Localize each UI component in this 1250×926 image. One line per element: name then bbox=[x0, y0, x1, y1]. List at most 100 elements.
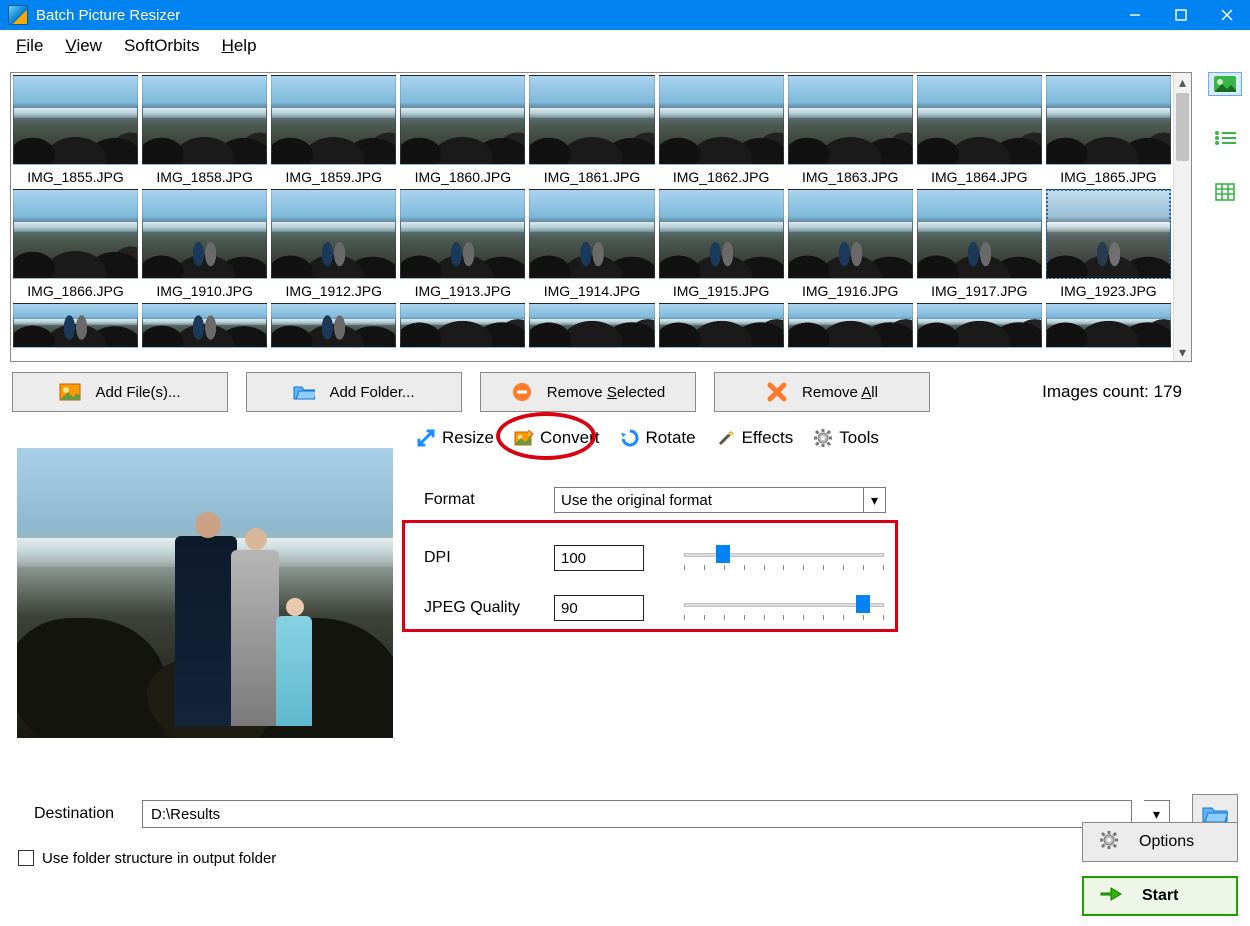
thumbnail-caption: IMG_1912.JPG bbox=[271, 279, 396, 301]
thumbnail-image bbox=[659, 189, 784, 279]
tab-rotate[interactable]: Rotate bbox=[610, 418, 706, 458]
view-list-button[interactable] bbox=[1208, 126, 1242, 150]
thumbnail-image bbox=[659, 303, 784, 348]
destination-label: Destination bbox=[34, 805, 130, 823]
thumbnail-item[interactable] bbox=[398, 301, 527, 348]
remove-selected-label: Remove Selected bbox=[547, 384, 665, 401]
thumbnail-image bbox=[788, 189, 913, 279]
thumbnail-caption: IMG_1910.JPG bbox=[142, 279, 267, 301]
close-button[interactable] bbox=[1204, 0, 1250, 30]
thumbnail-item[interactable]: IMG_1859.JPG bbox=[269, 73, 398, 187]
remove-all-button[interactable]: Remove All bbox=[714, 372, 930, 412]
thumbnail-caption: IMG_1866.JPG bbox=[13, 279, 138, 301]
thumbnail-image bbox=[917, 189, 1042, 279]
thumbnail-image bbox=[529, 75, 654, 165]
thumbnail-item[interactable]: IMG_1915.JPG bbox=[657, 187, 786, 301]
thumbnail-item[interactable]: IMG_1923.JPG bbox=[1044, 187, 1173, 301]
thumbnail-image bbox=[142, 75, 267, 165]
tab-effects[interactable]: Effects bbox=[706, 418, 804, 458]
thumbnail-item[interactable] bbox=[657, 301, 786, 348]
remove-icon bbox=[511, 383, 533, 401]
thumbnail-item[interactable]: IMG_1917.JPG bbox=[915, 187, 1044, 301]
thumbnail-caption: IMG_1855.JPG bbox=[13, 165, 138, 187]
thumbnail-item[interactable]: IMG_1860.JPG bbox=[398, 73, 527, 187]
thumbnail-item[interactable]: IMG_1866.JPG bbox=[11, 187, 140, 301]
menubar: File View SoftOrbits Help bbox=[0, 30, 1250, 62]
thumbnail-image bbox=[1046, 75, 1171, 165]
thumbnail-item[interactable]: IMG_1865.JPG bbox=[1044, 73, 1173, 187]
thumbnail-image bbox=[529, 303, 654, 348]
thumbnail-item[interactable] bbox=[269, 301, 398, 348]
menu-file[interactable]: File bbox=[6, 32, 53, 60]
maximize-button[interactable] bbox=[1158, 0, 1204, 30]
thumbnail-item[interactable]: IMG_1863.JPG bbox=[786, 73, 915, 187]
tab-resize[interactable]: Resize bbox=[406, 418, 504, 458]
remove-all-label: Remove All bbox=[802, 384, 878, 401]
thumbnail-item[interactable]: IMG_1912.JPG bbox=[269, 187, 398, 301]
thumbnail-image bbox=[13, 75, 138, 165]
thumbnail-item[interactable] bbox=[786, 301, 915, 348]
tab-convert[interactable]: Convert bbox=[504, 418, 610, 458]
view-thumbnails-button[interactable] bbox=[1208, 72, 1242, 96]
jpeg-quality-input[interactable] bbox=[554, 595, 644, 621]
wand-icon bbox=[716, 428, 736, 448]
menu-help[interactable]: Help bbox=[212, 32, 267, 60]
tab-tools[interactable]: Tools bbox=[803, 418, 889, 458]
dpi-slider[interactable] bbox=[684, 543, 884, 573]
destination-combo[interactable]: D:\Results bbox=[142, 800, 1132, 828]
view-grid-button[interactable] bbox=[1208, 180, 1242, 204]
options-button[interactable]: Options bbox=[1082, 822, 1238, 862]
thumbnail-scrollbar[interactable]: ▴ ▾ bbox=[1173, 73, 1191, 361]
thumbnail-caption: IMG_1858.JPG bbox=[142, 165, 267, 187]
minimize-button[interactable] bbox=[1112, 0, 1158, 30]
menu-softorbits[interactable]: SoftOrbits bbox=[114, 32, 210, 60]
scroll-down-icon[interactable]: ▾ bbox=[1174, 343, 1191, 361]
thumbnail-item[interactable]: IMG_1916.JPG bbox=[786, 187, 915, 301]
scroll-thumb[interactable] bbox=[1176, 93, 1189, 161]
app-icon bbox=[8, 5, 28, 25]
thumbnail-item[interactable] bbox=[140, 301, 269, 348]
use-folder-structure-checkbox[interactable] bbox=[18, 850, 34, 866]
thumbnail-item[interactable]: IMG_1910.JPG bbox=[140, 187, 269, 301]
thumbnail-item[interactable]: IMG_1914.JPG bbox=[527, 187, 656, 301]
images-count-label: Images count: 179 bbox=[1042, 382, 1190, 402]
thumbnail-item[interactable]: IMG_1864.JPG bbox=[915, 73, 1044, 187]
thumbnail-item[interactable]: IMG_1861.JPG bbox=[527, 73, 656, 187]
thumbnail-caption: IMG_1913.JPG bbox=[400, 279, 525, 301]
thumbnail-caption: IMG_1923.JPG bbox=[1046, 279, 1171, 301]
thumbnail-item[interactable] bbox=[1044, 301, 1173, 348]
chevron-down-icon[interactable]: ▾ bbox=[864, 487, 886, 513]
scroll-up-icon[interactable]: ▴ bbox=[1174, 73, 1191, 91]
add-folder-button[interactable]: Add Folder... bbox=[246, 372, 462, 412]
titlebar: Batch Picture Resizer bbox=[0, 0, 1250, 30]
dpi-input[interactable] bbox=[554, 545, 644, 571]
add-folder-label: Add Folder... bbox=[329, 384, 414, 401]
thumbnail-image bbox=[659, 75, 784, 165]
right-rail bbox=[1200, 62, 1250, 788]
gear-icon bbox=[813, 428, 833, 448]
thumbnail-image bbox=[529, 189, 654, 279]
thumbnail-item[interactable] bbox=[11, 301, 140, 348]
gear-icon bbox=[1099, 830, 1119, 855]
thumbnail-image bbox=[271, 303, 396, 348]
thumbnail-item[interactable]: IMG_1855.JPG bbox=[11, 73, 140, 187]
thumbnail-item[interactable]: IMG_1862.JPG bbox=[657, 73, 786, 187]
options-label: Options bbox=[1139, 833, 1194, 851]
jpeg-quality-slider[interactable] bbox=[684, 593, 884, 623]
folder-open-icon bbox=[293, 383, 315, 401]
format-select[interactable]: Use the original format bbox=[554, 487, 864, 513]
play-icon bbox=[1100, 885, 1122, 908]
thumbnail-item[interactable] bbox=[527, 301, 656, 348]
thumbnail-caption: IMG_1865.JPG bbox=[1046, 165, 1171, 187]
start-button[interactable]: Start bbox=[1082, 876, 1238, 916]
thumbnail-item[interactable] bbox=[915, 301, 1044, 348]
remove-selected-button[interactable]: Remove Selected bbox=[480, 372, 696, 412]
thumbnail-item[interactable]: IMG_1913.JPG bbox=[398, 187, 527, 301]
menu-view[interactable]: View bbox=[55, 32, 112, 60]
thumbnail-caption: IMG_1864.JPG bbox=[917, 165, 1042, 187]
thumbnail-image bbox=[788, 75, 913, 165]
thumbnail-image bbox=[271, 75, 396, 165]
thumbnail-item[interactable]: IMG_1858.JPG bbox=[140, 73, 269, 187]
window-title: Batch Picture Resizer bbox=[36, 7, 180, 24]
add-files-button[interactable]: Add File(s)... bbox=[12, 372, 228, 412]
